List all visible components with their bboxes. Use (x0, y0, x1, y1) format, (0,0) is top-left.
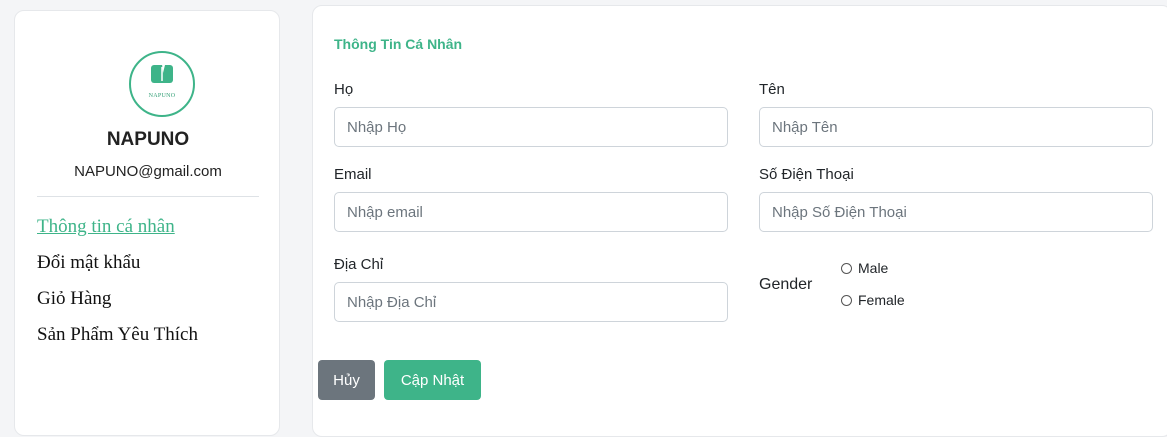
profile-menu: Thông tin cá nhân Đổi mật khẩu Giỏ Hàng … (37, 216, 198, 360)
gender-label: Gender (759, 276, 813, 293)
cancel-button[interactable]: Hủy (318, 360, 375, 400)
last-name-input[interactable] (334, 107, 728, 147)
book-feather-icon (151, 61, 173, 83)
last-name-label: Họ (334, 81, 354, 98)
menu-item-favorites[interactable]: Sản Phẩm Yêu Thích (37, 324, 198, 360)
radio-button[interactable] (841, 294, 852, 306)
profile-sidebar: NAPUNO NAPUNO NAPUNO@gmail.com Thông tin… (14, 10, 280, 436)
address-input[interactable] (334, 282, 728, 322)
radio-button[interactable] (841, 262, 852, 274)
radio-label: Female (858, 292, 905, 308)
update-button[interactable]: Cập Nhật (384, 360, 481, 400)
gender-option-female[interactable]: Female (841, 292, 905, 308)
radio-label: Male (858, 260, 889, 276)
logo-text: NAPUNO (148, 93, 176, 99)
phone-input[interactable] (759, 192, 1153, 232)
menu-item-cart[interactable]: Giỏ Hàng (37, 288, 198, 324)
menu-item-change-password[interactable]: Đổi mật khẩu (37, 252, 198, 288)
user-email: NAPUNO@gmail.com (74, 163, 222, 180)
email-input[interactable] (334, 192, 728, 232)
user-name: NAPUNO (106, 129, 190, 150)
first-name-input[interactable] (759, 107, 1153, 147)
gender-option-male[interactable]: Male (841, 260, 888, 276)
phone-label: Số Điện Thoại (759, 166, 854, 183)
first-name-label: Tên (759, 81, 785, 98)
sidebar-divider (37, 196, 259, 197)
personal-info-form: Thông Tin Cá Nhân Họ Tên Email Số Điện T… (312, 5, 1167, 437)
form-title: Thông Tin Cá Nhân (334, 36, 463, 52)
address-label: Địa Chỉ (334, 256, 384, 273)
brand-logo: NAPUNO (129, 51, 195, 117)
email-label: Email (334, 166, 372, 183)
menu-item-personal-info[interactable]: Thông tin cá nhân (37, 216, 198, 252)
